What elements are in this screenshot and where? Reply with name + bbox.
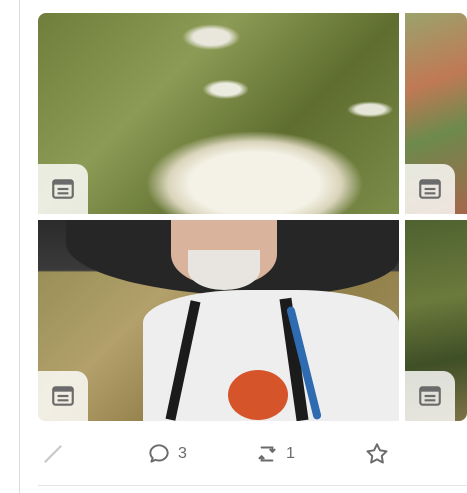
beard-shape: [188, 250, 260, 290]
media-tile-4[interactable]: [405, 220, 467, 421]
edit-button[interactable]: [40, 440, 66, 468]
document-icon: [419, 179, 441, 199]
media-tile-2[interactable]: [405, 13, 467, 214]
alt-text-badge-3[interactable]: [38, 371, 88, 421]
post-action-bar: 3 1: [38, 432, 467, 476]
comment-icon: [149, 444, 169, 463]
media-gallery: [38, 13, 467, 421]
alt-text-badge-2[interactable]: [405, 164, 455, 214]
boost-count: 1: [286, 445, 295, 462]
shirt-logo: [228, 370, 288, 420]
favorite-button[interactable]: [364, 440, 390, 468]
media-tile-3[interactable]: [38, 220, 399, 421]
boost-button[interactable]: 1: [254, 440, 295, 468]
post-divider: [38, 485, 467, 486]
media-tile-1[interactable]: [38, 13, 399, 214]
pencil-icon: [44, 445, 62, 463]
star-icon: [366, 443, 388, 464]
alt-text-badge-4[interactable]: [405, 371, 455, 421]
reply-count: 3: [178, 445, 187, 462]
document-icon: [52, 386, 74, 406]
document-icon: [419, 386, 441, 406]
document-icon: [52, 179, 74, 199]
alt-text-badge-1[interactable]: [38, 164, 88, 214]
repost-icon: [258, 446, 276, 462]
column-divider: [19, 0, 20, 493]
reply-button[interactable]: 3: [146, 440, 187, 468]
